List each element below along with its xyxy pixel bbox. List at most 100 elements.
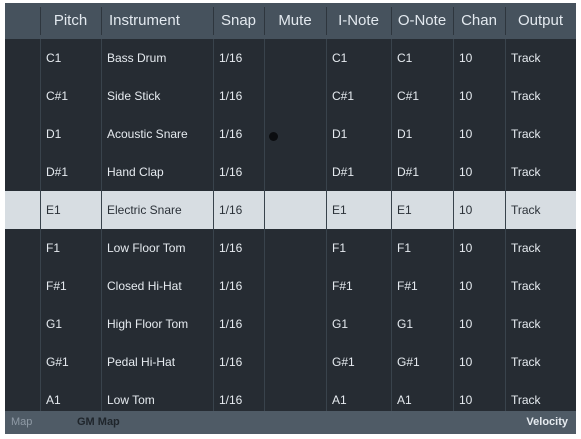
i-note-cell[interactable]: F#1: [326, 267, 391, 305]
o-note-cell[interactable]: G#1: [391, 343, 453, 381]
mute-cell[interactable]: [264, 267, 326, 305]
header-divider: [391, 7, 392, 35]
snap-cell[interactable]: 1/16: [213, 153, 264, 191]
output-cell[interactable]: Track: [505, 115, 576, 153]
mute-cell[interactable]: [264, 305, 326, 343]
instrument-cell[interactable]: Side Stick: [101, 77, 213, 115]
table-row[interactable]: F1 Low Floor Tom 1/16 F1 F1 10 Track: [5, 229, 576, 267]
output-cell[interactable]: Track: [505, 191, 576, 229]
mute-cell[interactable]: [264, 229, 326, 267]
table-row-selected[interactable]: E1 Electric Snare 1/16 E1 E1 10 Track: [5, 191, 576, 229]
i-note-cell[interactable]: G1: [326, 305, 391, 343]
i-note-cell[interactable]: G#1: [326, 343, 391, 381]
chan-cell[interactable]: 10: [453, 305, 505, 343]
chan-cell[interactable]: 10: [453, 343, 505, 381]
o-note-cell[interactable]: G1: [391, 305, 453, 343]
table-row[interactable]: D1 Acoustic Snare 1/16 D1 D1 10 Track: [5, 115, 576, 153]
instrument-cell[interactable]: Low Floor Tom: [101, 229, 213, 267]
instrument-cell[interactable]: Hand Clap: [101, 153, 213, 191]
drum-map-table: C1 Bass Drum 1/16 C1 C1 10 Track C#1 Sid…: [5, 39, 576, 411]
o-note-cell[interactable]: D#1: [391, 153, 453, 191]
mute-cell[interactable]: [264, 39, 326, 77]
chan-cell[interactable]: 10: [453, 229, 505, 267]
column-divider: [213, 39, 214, 411]
o-note-cell[interactable]: C1: [391, 39, 453, 77]
pitch-cell[interactable]: C#1: [40, 77, 101, 115]
instrument-cell[interactable]: Pedal Hi-Hat: [101, 343, 213, 381]
i-note-cell[interactable]: D1: [326, 115, 391, 153]
header-divider: [40, 7, 41, 35]
pitch-cell[interactable]: G1: [40, 305, 101, 343]
output-cell[interactable]: Track: [505, 77, 576, 115]
i-note-cell[interactable]: E1: [326, 191, 391, 229]
o-note-cell[interactable]: F1: [391, 229, 453, 267]
output-cell[interactable]: Track: [505, 153, 576, 191]
pitch-cell[interactable]: F#1: [40, 267, 101, 305]
mute-cell[interactable]: [264, 343, 326, 381]
snap-cell[interactable]: 1/16: [213, 343, 264, 381]
header-divider: [453, 7, 454, 35]
snap-cell[interactable]: 1/16: [213, 229, 264, 267]
mute-cell[interactable]: [264, 77, 326, 115]
table-row[interactable]: G#1 Pedal Hi-Hat 1/16 G#1 G#1 10 Track: [5, 343, 576, 381]
pitch-cell[interactable]: E1: [40, 191, 101, 229]
pitch-cell[interactable]: G#1: [40, 343, 101, 381]
chan-cell[interactable]: 10: [453, 153, 505, 191]
snap-cell[interactable]: 1/16: [213, 115, 264, 153]
table-row[interactable]: D#1 Hand Clap 1/16 D#1 D#1 10 Track: [5, 153, 576, 191]
i-note-cell[interactable]: D#1: [326, 153, 391, 191]
output-cell[interactable]: Track: [505, 229, 576, 267]
output-cell[interactable]: Track: [505, 343, 576, 381]
snap-cell[interactable]: 1/16: [213, 77, 264, 115]
snap-cell[interactable]: 1/16: [213, 191, 264, 229]
table-row[interactable]: G1 High Floor Tom 1/16 G1 G1 10 Track: [5, 305, 576, 343]
pitch-cell[interactable]: C1: [40, 39, 101, 77]
o-note-cell[interactable]: E1: [391, 191, 453, 229]
table-row[interactable]: C#1 Side Stick 1/16 C#1 C#1 10 Track: [5, 77, 576, 115]
snap-cell[interactable]: 1/16: [213, 305, 264, 343]
column-divider: [264, 39, 265, 411]
i-note-cell[interactable]: C#1: [326, 77, 391, 115]
header-snap[interactable]: Snap: [213, 3, 264, 39]
instrument-cell[interactable]: Acoustic Snare: [101, 115, 213, 153]
output-cell[interactable]: Track: [505, 305, 576, 343]
status-bar: Map GM Map Velocity: [5, 411, 576, 434]
header-chan[interactable]: Chan: [453, 3, 505, 39]
i-note-cell[interactable]: C1: [326, 39, 391, 77]
instrument-cell[interactable]: Closed Hi-Hat: [101, 267, 213, 305]
chan-cell[interactable]: 10: [453, 39, 505, 77]
header-pitch[interactable]: Pitch: [40, 3, 101, 39]
map-selector[interactable]: GM Map: [77, 411, 120, 434]
header-i-note[interactable]: I-Note: [326, 3, 391, 39]
header-divider: [213, 7, 214, 35]
chan-cell[interactable]: 10: [453, 77, 505, 115]
table-row[interactable]: C1 Bass Drum 1/16 C1 C1 10 Track: [5, 39, 576, 77]
pitch-cell[interactable]: F1: [40, 229, 101, 267]
instrument-cell[interactable]: Electric Snare: [101, 191, 213, 229]
snap-cell[interactable]: 1/16: [213, 39, 264, 77]
table-row[interactable]: F#1 Closed Hi-Hat 1/16 F#1 F#1 10 Track: [5, 267, 576, 305]
o-note-cell[interactable]: D1: [391, 115, 453, 153]
chan-cell[interactable]: 10: [453, 267, 505, 305]
output-cell[interactable]: Track: [505, 39, 576, 77]
chan-cell[interactable]: 10: [453, 115, 505, 153]
header-o-note[interactable]: O-Note: [391, 3, 453, 39]
header-divider: [505, 7, 506, 35]
header-mute[interactable]: Mute: [264, 3, 326, 39]
header-instrument[interactable]: Instrument: [101, 3, 213, 39]
chan-cell[interactable]: 10: [453, 191, 505, 229]
mute-cell[interactable]: [264, 191, 326, 229]
mute-cell[interactable]: [264, 153, 326, 191]
mute-indicator-dot[interactable]: [269, 132, 278, 141]
instrument-cell[interactable]: Bass Drum: [101, 39, 213, 77]
o-note-cell[interactable]: C#1: [391, 77, 453, 115]
header-output[interactable]: Output: [505, 3, 576, 39]
i-note-cell[interactable]: F1: [326, 229, 391, 267]
pitch-cell[interactable]: D#1: [40, 153, 101, 191]
output-cell[interactable]: Track: [505, 267, 576, 305]
instrument-cell[interactable]: High Floor Tom: [101, 305, 213, 343]
o-note-cell[interactable]: F#1: [391, 267, 453, 305]
velocity-label[interactable]: Velocity: [526, 411, 568, 434]
pitch-cell[interactable]: D1: [40, 115, 101, 153]
snap-cell[interactable]: 1/16: [213, 267, 264, 305]
